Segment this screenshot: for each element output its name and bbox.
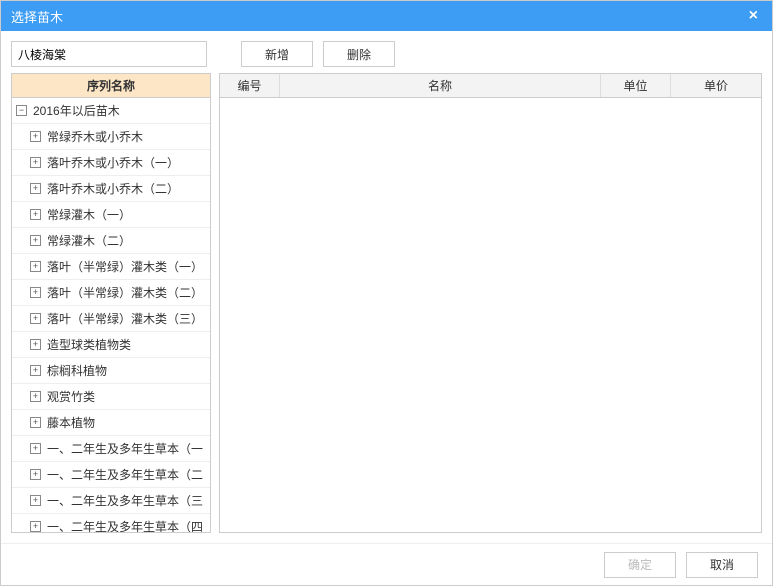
expand-icon[interactable]: + — [30, 365, 41, 376]
tree-node-label: 藤本植物 — [47, 414, 95, 431]
tree-node[interactable]: + 常绿灌木（一） — [12, 202, 210, 228]
tree-node[interactable]: + 落叶乔木或小乔木（一） — [12, 150, 210, 176]
tree-node[interactable]: + 棕榈科植物 — [12, 358, 210, 384]
tree-node-label: 常绿乔木或小乔木 — [47, 128, 143, 145]
titlebar: 选择苗木 × — [1, 1, 772, 31]
tree-node[interactable]: + 落叶乔木或小乔木（二） — [12, 176, 210, 202]
expand-icon[interactable]: + — [30, 443, 41, 454]
tree-node[interactable]: + 落叶（半常绿）灌木类（三） — [12, 306, 210, 332]
collapse-icon[interactable]: − — [16, 105, 27, 116]
dialog: 选择苗木 × 新增 删除 序列名称 −2016年以后苗木 + 常绿乔木或小乔木 + 落叶… — [0, 0, 773, 586]
expand-icon[interactable]: + — [30, 313, 41, 324]
tree-node-label: 观赏竹类 — [47, 388, 95, 405]
expand-icon[interactable]: + — [30, 417, 41, 428]
expand-icon[interactable]: + — [30, 157, 41, 168]
tree-node-label: 一、二年生及多年生草本（四 — [47, 518, 203, 532]
expand-icon[interactable]: + — [30, 235, 41, 246]
tree-node-label: 一、二年生及多年生草本（三 — [47, 492, 203, 509]
tree-node-label: 落叶（半常绿）灌木类（一） — [47, 258, 203, 275]
tree-pane: 序列名称 −2016年以后苗木 + 常绿乔木或小乔木 + 落叶乔木或小乔木（一） + 落叶乔… — [11, 73, 211, 533]
tree-node-label: 常绿灌木（二） — [47, 232, 131, 249]
expand-icon[interactable]: + — [30, 131, 41, 142]
col-num[interactable]: 编号 — [220, 74, 280, 97]
tree-node[interactable]: + 落叶（半常绿）灌木类（一） — [12, 254, 210, 280]
col-name[interactable]: 名称 — [280, 74, 601, 97]
tree-node[interactable]: + 藤本植物 — [12, 410, 210, 436]
search-input[interactable] — [11, 41, 207, 67]
tree-scroll[interactable]: −2016年以后苗木 + 常绿乔木或小乔木 + 落叶乔木或小乔木（一） + 落叶乔木或小乔木… — [12, 98, 210, 532]
col-unit[interactable]: 单位 — [601, 74, 671, 97]
tree-node[interactable]: + 落叶（半常绿）灌木类（二） — [12, 280, 210, 306]
close-icon[interactable]: × — [745, 7, 762, 25]
delete-button[interactable]: 删除 — [323, 41, 395, 67]
tree-node[interactable]: + 一、二年生及多年生草本（二 — [12, 462, 210, 488]
footer: 确定 取消 — [1, 543, 772, 585]
tree-node-label: 常绿灌木（一） — [47, 206, 131, 223]
col-price[interactable]: 单价 — [671, 74, 761, 97]
add-button[interactable]: 新增 — [241, 41, 313, 67]
expand-icon[interactable]: + — [30, 261, 41, 272]
tree-node-label: 棕榈科植物 — [47, 362, 107, 379]
toolbar: 新增 删除 — [11, 41, 762, 67]
expand-icon[interactable]: + — [30, 521, 41, 532]
tree-node[interactable]: + 一、二年生及多年生草本（一 — [12, 436, 210, 462]
tree-node[interactable]: + 常绿灌木（二） — [12, 228, 210, 254]
dialog-body: 新增 删除 序列名称 −2016年以后苗木 + 常绿乔木或小乔木 + 落叶乔木或小乔木（… — [1, 31, 772, 543]
expand-icon[interactable]: + — [30, 339, 41, 350]
tree-node-label: 落叶乔木或小乔木（一） — [47, 154, 179, 171]
tree-root[interactable]: −2016年以后苗木 — [12, 98, 210, 124]
tree-node[interactable]: + 一、二年生及多年生草本（三 — [12, 488, 210, 514]
table-pane: 编号 名称 单位 单价 — [219, 73, 762, 533]
tree-node[interactable]: + 常绿乔木或小乔木 — [12, 124, 210, 150]
tree-node-label: 一、二年生及多年生草本（二 — [47, 466, 203, 483]
ok-button[interactable]: 确定 — [604, 552, 676, 578]
main-area: 序列名称 −2016年以后苗木 + 常绿乔木或小乔木 + 落叶乔木或小乔木（一） + 落叶乔… — [11, 73, 762, 533]
tree-node[interactable]: + 一、二年生及多年生草本（四 — [12, 514, 210, 532]
expand-icon[interactable]: + — [30, 469, 41, 480]
expand-icon[interactable]: + — [30, 183, 41, 194]
expand-icon[interactable]: + — [30, 495, 41, 506]
tree-node[interactable]: + 观赏竹类 — [12, 384, 210, 410]
tree-node-label: 落叶（半常绿）灌木类（二） — [47, 284, 203, 301]
cancel-button[interactable]: 取消 — [686, 552, 758, 578]
tree-header: 序列名称 — [12, 74, 210, 98]
expand-icon[interactable]: + — [30, 287, 41, 298]
tree-node-label: 一、二年生及多年生草本（一 — [47, 440, 203, 457]
table-body — [220, 98, 761, 532]
tree-node-label: 造型球类植物类 — [47, 336, 131, 353]
table-header: 编号 名称 单位 单价 — [220, 74, 761, 98]
expand-icon[interactable]: + — [30, 391, 41, 402]
dialog-title: 选择苗木 — [11, 7, 63, 26]
tree-node-label: 落叶乔木或小乔木（二） — [47, 180, 179, 197]
tree-node[interactable]: + 造型球类植物类 — [12, 332, 210, 358]
tree-node-label: 2016年以后苗木 — [33, 102, 120, 119]
expand-icon[interactable]: + — [30, 209, 41, 220]
tree-node-label: 落叶（半常绿）灌木类（三） — [47, 310, 203, 327]
